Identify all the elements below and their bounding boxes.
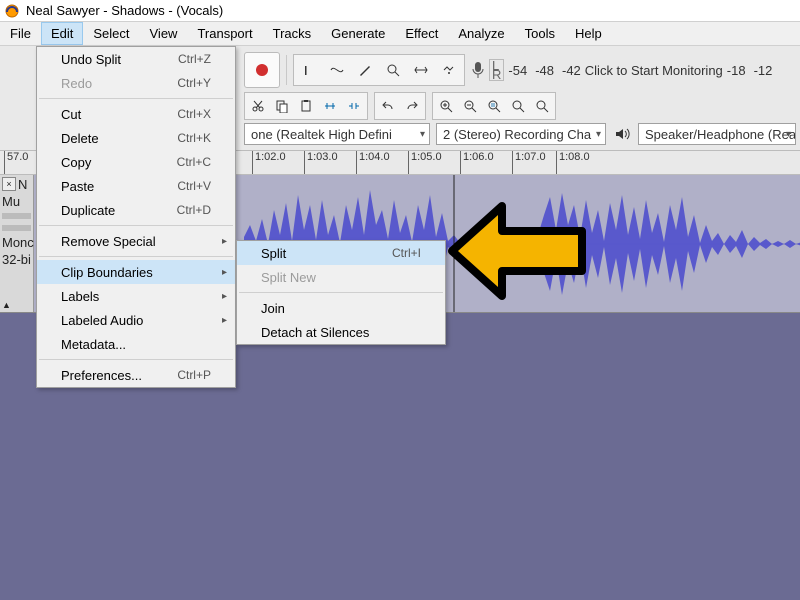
menu-duplicate[interactable]: DuplicateCtrl+D	[37, 198, 235, 222]
menu-edit[interactable]: Edit	[41, 22, 83, 45]
selection-tool-icon[interactable]: I	[296, 57, 322, 83]
mic-icon	[471, 61, 485, 79]
annotation-arrow-icon	[442, 196, 602, 306]
menu-delete[interactable]: DeleteCtrl+K	[37, 126, 235, 150]
menu-split-new[interactable]: Split New	[237, 265, 445, 289]
menu-analyze[interactable]: Analyze	[448, 22, 514, 45]
menu-view[interactable]: View	[140, 22, 188, 45]
menu-undo[interactable]: Undo SplitCtrl+Z	[37, 47, 235, 71]
multi-tool-icon[interactable]	[436, 57, 462, 83]
cut-icon[interactable]	[247, 95, 269, 117]
menu-select[interactable]: Select	[83, 22, 139, 45]
zoom-toggle-icon[interactable]	[531, 95, 553, 117]
menu-file[interactable]: File	[0, 22, 41, 45]
output-device-combo[interactable]: one (Realtek High Defini	[244, 123, 430, 145]
titlebar: Neal Sawyer - Shadows - (Vocals)	[0, 0, 800, 22]
zoom-tool-icon[interactable]	[380, 57, 406, 83]
svg-text:I: I	[304, 63, 308, 78]
envelope-tool-icon[interactable]	[324, 57, 350, 83]
separator	[286, 55, 287, 85]
clip-boundaries-submenu: SplitCtrl+I Split New Join Detach at Sil…	[236, 240, 446, 345]
menu-detach-silences[interactable]: Detach at Silences	[237, 320, 445, 344]
menu-clip-boundaries[interactable]: Clip Boundaries▸	[37, 260, 235, 284]
timeshift-tool-icon[interactable]	[408, 57, 434, 83]
fit-project-icon[interactable]	[507, 95, 529, 117]
recording-meter[interactable]: LR -54-48-42 Click to Start Monitoring -…	[471, 59, 772, 81]
menu-tracks[interactable]: Tracks	[263, 22, 322, 45]
menu-paste[interactable]: PasteCtrl+V	[37, 174, 235, 198]
recording-channels-combo[interactable]: 2 (Stereo) Recording Cha	[436, 123, 606, 145]
menu-cut[interactable]: CutCtrl+X	[37, 102, 235, 126]
menu-remove-special[interactable]: Remove Special▸	[37, 229, 235, 253]
redo-icon[interactable]	[401, 95, 423, 117]
menu-effect[interactable]: Effect	[395, 22, 448, 45]
trim-icon[interactable]	[319, 95, 341, 117]
speaker-icon	[612, 124, 632, 144]
zoom-in-icon[interactable]	[435, 95, 457, 117]
copy-icon[interactable]	[271, 95, 293, 117]
draw-tool-icon[interactable]	[352, 57, 378, 83]
playback-device-combo[interactable]: Speaker/Headphone (Realtek Hig	[638, 123, 796, 145]
menu-split[interactable]: SplitCtrl+I	[237, 241, 445, 265]
silence-icon[interactable]	[343, 95, 365, 117]
menu-labels[interactable]: Labels▸	[37, 284, 235, 308]
track-close-icon[interactable]: ×	[2, 177, 16, 191]
menu-help[interactable]: Help	[565, 22, 612, 45]
menu-transport[interactable]: Transport	[187, 22, 262, 45]
menu-tools[interactable]: Tools	[515, 22, 565, 45]
fit-selection-icon[interactable]	[483, 95, 505, 117]
window-title: Neal Sawyer - Shadows - (Vocals)	[26, 3, 223, 18]
meter-click-label[interactable]: Click to Start Monitoring	[585, 63, 723, 78]
track-header[interactable]: ×N Mu Monc 32-bi ▲	[0, 175, 34, 312]
menu-preferences[interactable]: Preferences...Ctrl+P	[37, 363, 235, 387]
undo-icon[interactable]	[377, 95, 399, 117]
menu-metadata[interactable]: Metadata...	[37, 332, 235, 356]
menu-labeled-audio[interactable]: Labeled Audio▸	[37, 308, 235, 332]
app-icon	[4, 3, 20, 19]
menubar: File Edit Select View Transport Tracks G…	[0, 22, 800, 46]
edit-dropdown: Undo SplitCtrl+Z RedoCtrl+Y CutCtrl+X De…	[36, 46, 236, 388]
menu-generate[interactable]: Generate	[321, 22, 395, 45]
menu-copy[interactable]: CopyCtrl+C	[37, 150, 235, 174]
record-button[interactable]	[244, 52, 280, 88]
menu-redo[interactable]: RedoCtrl+Y	[37, 71, 235, 95]
zoom-out-icon[interactable]	[459, 95, 481, 117]
menu-join[interactable]: Join	[237, 296, 445, 320]
paste-icon[interactable]	[295, 95, 317, 117]
